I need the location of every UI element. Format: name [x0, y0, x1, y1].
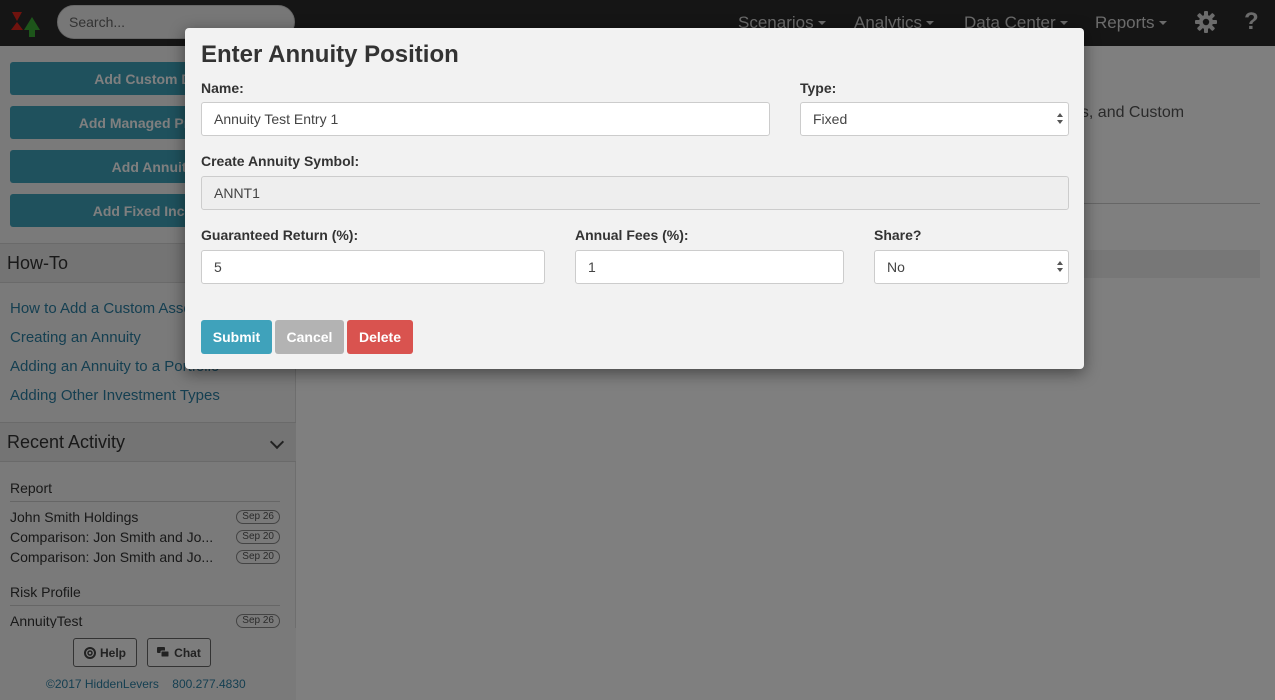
share-label: Share?: [874, 227, 922, 243]
share-select[interactable]: No: [874, 250, 1069, 284]
name-label: Name:: [201, 80, 244, 96]
guaranteed-return-label: Guaranteed Return (%):: [201, 227, 359, 243]
annual-fees-label: Annual Fees (%):: [575, 227, 689, 243]
guaranteed-return-input[interactable]: 5: [201, 250, 545, 284]
submit-button[interactable]: Submit: [201, 320, 272, 354]
type-label: Type:: [800, 80, 837, 96]
annual-fees-input[interactable]: 1: [575, 250, 844, 284]
select-arrows-icon: [1057, 260, 1064, 274]
annuity-position-modal: Enter Annuity Position Name: Annuity Tes…: [185, 28, 1084, 369]
name-input[interactable]: Annuity Test Entry 1: [201, 102, 770, 136]
symbol-label: Create Annuity Symbol:: [201, 153, 360, 169]
delete-button[interactable]: Delete: [347, 320, 413, 354]
share-select-value: No: [887, 259, 905, 275]
cancel-button[interactable]: Cancel: [275, 320, 344, 354]
annuity-symbol-field[interactable]: ANNT1: [201, 176, 1069, 210]
modal-title: Enter Annuity Position: [201, 41, 459, 68]
select-arrows-icon: [1057, 112, 1064, 126]
type-select-value: Fixed: [813, 111, 848, 127]
type-select[interactable]: Fixed: [800, 102, 1069, 136]
